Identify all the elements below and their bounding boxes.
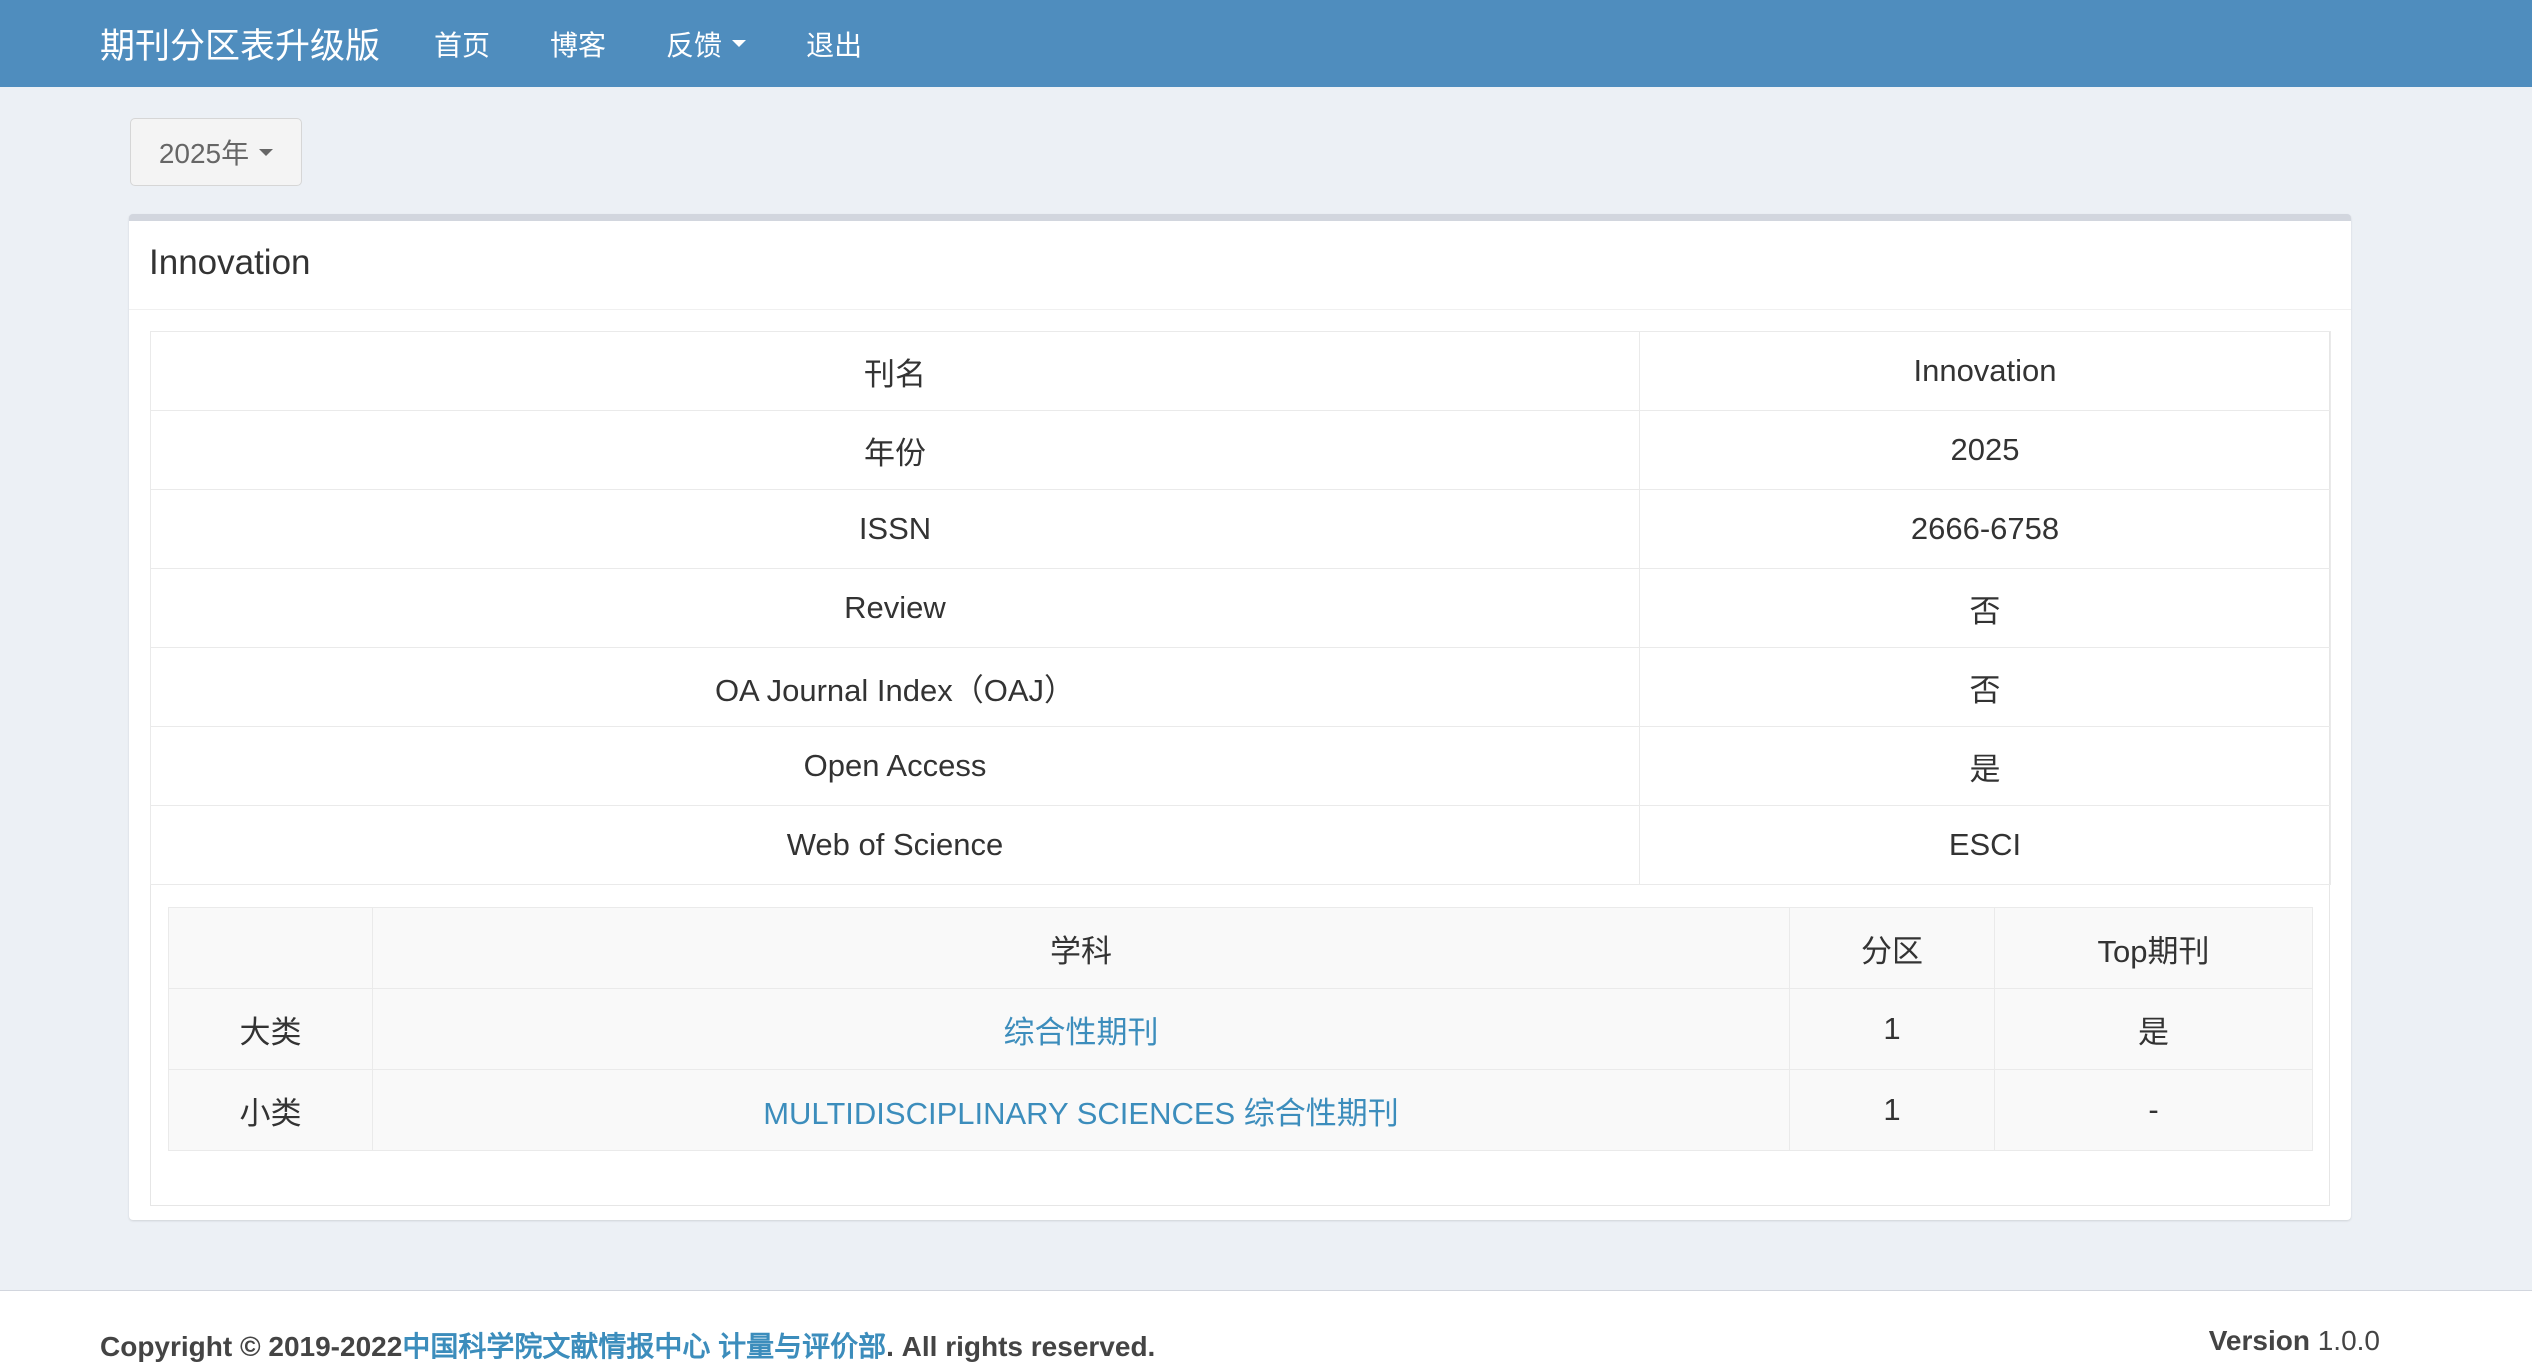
subject-header-row: 学科 分区 Top期刊 bbox=[168, 907, 2313, 989]
top-navbar: 期刊分区表升级版 首页 博客 反馈 退出 bbox=[0, 0, 2532, 87]
journal-title: Innovation bbox=[149, 243, 311, 282]
subject-link[interactable]: MULTIDISCIPLINARY SCIENCES 综合性期刊 bbox=[763, 1096, 1399, 1131]
caret-down-icon bbox=[259, 148, 274, 156]
year-dropdown-label: 2025年 bbox=[158, 138, 250, 169]
nav-logout-label: 退出 bbox=[806, 29, 863, 61]
page-footer: Copyright © 2019-2022中国科学院文献情报中心 计量与评价部.… bbox=[0, 1290, 2532, 1372]
info-label: Review bbox=[150, 568, 1640, 648]
info-label: 年份 bbox=[150, 410, 1640, 490]
nav-blog[interactable]: 博客 bbox=[520, 24, 636, 64]
box-header-divider bbox=[129, 309, 2351, 310]
brand-title[interactable]: 期刊分区表升级版 bbox=[100, 18, 380, 69]
header-zone: 分区 bbox=[1789, 907, 1995, 989]
table-row: OA Journal Index（OAJ） 否 bbox=[150, 647, 2331, 727]
journal-box: Innovation 刊名 Innovation 年份 2025 ISSN 26… bbox=[129, 214, 2351, 1220]
header-category-type bbox=[168, 907, 373, 989]
nav-feedback-dropdown[interactable]: 反馈 bbox=[636, 24, 776, 64]
info-value: 2025 bbox=[1639, 410, 2331, 490]
table-row: Open Access 是 bbox=[150, 726, 2331, 806]
nav-feedback-label: 反馈 bbox=[666, 29, 723, 61]
version-number: 1.0.0 bbox=[2317, 1325, 2380, 1356]
zone-value: 1 bbox=[1789, 988, 1995, 1070]
subject-link[interactable]: 综合性期刊 bbox=[1004, 1015, 1159, 1050]
nav-home[interactable]: 首页 bbox=[404, 24, 520, 64]
table-row: 年份 2025 bbox=[150, 410, 2331, 490]
nav-home-label: 首页 bbox=[434, 29, 491, 61]
category-type: 大类 bbox=[168, 988, 373, 1070]
info-value: 2666-6758 bbox=[1639, 489, 2331, 569]
table-row: ISSN 2666-6758 bbox=[150, 489, 2331, 569]
version-label: Version bbox=[2208, 1325, 2310, 1356]
info-label: Open Access bbox=[150, 726, 1640, 806]
info-value: 否 bbox=[1639, 647, 2331, 727]
header-top-journal: Top期刊 bbox=[1994, 907, 2313, 989]
caret-down-icon bbox=[732, 40, 747, 47]
org-link[interactable]: 中国科学院文献情报中心 计量与评价部 bbox=[402, 1331, 886, 1362]
table-row: Web of Science ESCI bbox=[150, 805, 2331, 885]
info-label: Web of Science bbox=[150, 805, 1640, 885]
top-journal-value: 是 bbox=[1994, 988, 2313, 1070]
subject-cell: MULTIDISCIPLINARY SCIENCES 综合性期刊 bbox=[372, 1069, 1790, 1151]
info-label: 刊名 bbox=[150, 331, 1640, 411]
info-label: ISSN bbox=[150, 489, 1640, 569]
info-label: OA Journal Index（OAJ） bbox=[150, 647, 1640, 727]
table-row: 小类 MULTIDISCIPLINARY SCIENCES 综合性期刊 1 - bbox=[168, 1069, 2313, 1151]
nav-logout[interactable]: 退出 bbox=[776, 24, 892, 64]
info-value: Innovation bbox=[1639, 331, 2331, 411]
copyright-prefix: Copyright © 2019-2022 bbox=[100, 1331, 403, 1362]
table-row: 刊名 Innovation bbox=[150, 331, 2331, 411]
nav-blog-label: 博客 bbox=[550, 29, 607, 61]
table-row: Review 否 bbox=[150, 568, 2331, 648]
footer-version: Version 1.0.0 bbox=[2209, 1325, 2380, 1357]
info-value: 是 bbox=[1639, 726, 2331, 806]
table-row: 大类 综合性期刊 1 是 bbox=[168, 988, 2313, 1070]
journal-info-table: 刊名 Innovation 年份 2025 ISSN 2666-6758 Rev… bbox=[150, 331, 2331, 885]
zone-value: 1 bbox=[1789, 1069, 1995, 1151]
footer-copyright: Copyright © 2019-2022中国科学院文献情报中心 计量与评价部.… bbox=[100, 1325, 1155, 1365]
rights-text: . All rights reserved. bbox=[886, 1331, 1156, 1362]
category-type: 小类 bbox=[168, 1069, 373, 1151]
subject-table: 学科 分区 Top期刊 大类 综合性期刊 1 是 小类 MULTIDISCIPL… bbox=[168, 907, 2313, 1151]
top-journal-value: - bbox=[1994, 1069, 2313, 1151]
header-subject: 学科 bbox=[372, 907, 1790, 989]
info-value: ESCI bbox=[1639, 805, 2331, 885]
subject-cell: 综合性期刊 bbox=[372, 988, 1790, 1070]
info-value: 否 bbox=[1639, 568, 2331, 648]
year-dropdown-button[interactable]: 2025年 bbox=[130, 118, 302, 186]
